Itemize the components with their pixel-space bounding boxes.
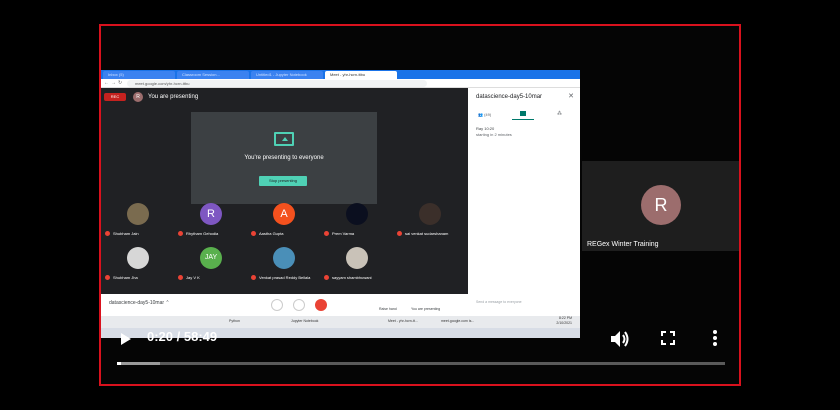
mic-muted-icon bbox=[324, 275, 329, 281]
participant-name: sayyam shambhuwani bbox=[324, 275, 396, 281]
presenting-card: You're presenting to everyone Stop prese… bbox=[191, 112, 377, 204]
timecode: 0:20 / 58:49 bbox=[147, 329, 218, 344]
mic-muted-icon bbox=[178, 231, 183, 237]
participant-name-text: Aastha Gupta bbox=[259, 231, 284, 236]
player-controls: 0:20 / 58:49 bbox=[101, 322, 739, 384]
activities-icon: ⁂ bbox=[557, 111, 562, 117]
mic-muted-icon bbox=[105, 231, 110, 237]
chat-message-text: starting in 2 minutes bbox=[476, 132, 512, 137]
recording-badge: REC bbox=[104, 93, 126, 101]
chat-tab-underline bbox=[512, 119, 534, 120]
participant-tile: Prem Varma bbox=[324, 203, 388, 243]
browser-tabbar: Inbox (5) Classroom Session... Untitled1… bbox=[101, 70, 580, 79]
panel-title: datascience-day5-10mar bbox=[476, 94, 543, 100]
buffered-bar bbox=[117, 362, 160, 365]
presenting-status: You are presenting bbox=[148, 94, 199, 100]
meet-bottom-bar: datascience-day5-10mar ⌃ Raise hand You … bbox=[101, 294, 468, 316]
mic-muted-icon bbox=[251, 231, 256, 237]
participant-name-text: Rhytham Gehodia bbox=[186, 231, 219, 236]
participant-name-text: Shubham Jain bbox=[113, 231, 139, 236]
participant-name: Venkat prasad Reddy Bellala bbox=[251, 275, 323, 281]
avatar bbox=[273, 247, 295, 269]
forward-icon: → bbox=[111, 80, 116, 86]
url-field: meet.google.com/yhr-hcrn-ttbu bbox=[127, 80, 427, 87]
chat-icon bbox=[520, 111, 526, 116]
participant-name: Shubham Jha bbox=[105, 275, 177, 281]
chat-message-sender: Ray 10:20 bbox=[476, 126, 495, 131]
participant-tile: sai venkat sudarshanam bbox=[397, 203, 461, 243]
participant-tile: JAY Jay V K bbox=[178, 247, 242, 287]
participant-name-text: Prem Varma bbox=[332, 231, 355, 236]
avatar: R bbox=[200, 203, 222, 225]
stop-presenting-button: Stop presenting bbox=[259, 176, 307, 186]
participant-name: Aastha Gupta bbox=[251, 231, 323, 237]
presenter-avatar: R bbox=[133, 92, 143, 102]
back-icon: ← bbox=[104, 80, 109, 86]
browser-tab: Untitled1 - Jupyter Notebook bbox=[251, 71, 323, 79]
browser-tab: Inbox (5) bbox=[103, 71, 175, 79]
mic-muted-icon bbox=[178, 275, 183, 281]
meeting-code: datascience-day5-10mar ⌃ bbox=[109, 300, 170, 306]
mic-icon bbox=[271, 299, 283, 311]
avatar bbox=[419, 203, 441, 225]
mic-muted-icon bbox=[105, 275, 110, 281]
participant-name-text: Shubham Jha bbox=[113, 275, 138, 280]
self-tile-name: REGex Winter Training bbox=[587, 241, 659, 248]
participant-tile: Shubham Jain bbox=[105, 203, 169, 243]
chat-panel: datascience-day5-10mar ✕ 👥 (49) ⁂ Ray 10… bbox=[468, 88, 580, 316]
raise-hand-label: Raise hand bbox=[379, 307, 397, 311]
participant-name-text: Jay V K bbox=[186, 275, 200, 280]
self-video-tile: R REGex Winter Training bbox=[582, 161, 739, 251]
participant-tile: sayyam shambhuwani bbox=[324, 247, 388, 287]
participant-tile: A Aastha Gupta bbox=[251, 203, 315, 243]
avatar bbox=[346, 203, 368, 225]
participant-name: Shubham Jain bbox=[105, 231, 177, 237]
participant-name: Jay V K bbox=[178, 275, 250, 281]
present-screen-icon bbox=[274, 132, 294, 146]
avatar bbox=[346, 247, 368, 269]
played-bar bbox=[117, 362, 121, 365]
avatar: JAY bbox=[200, 247, 222, 269]
browser-address-bar: ← → ↻ meet.google.com/yhr-hcrn-ttbu bbox=[101, 79, 580, 88]
avatar bbox=[127, 247, 149, 269]
you-presenting-label: You are presenting bbox=[411, 307, 441, 311]
browser-tab: Classroom Session... bbox=[177, 71, 249, 79]
participant-name-text: sai venkat sudarshanam bbox=[405, 231, 449, 236]
video-frame[interactable]: Inbox (5) Classroom Session... Untitled1… bbox=[99, 24, 741, 386]
presenting-message: You're presenting to everyone bbox=[244, 155, 324, 161]
avatar: R bbox=[641, 185, 681, 225]
participant-name-text: Venkat prasad Reddy Bellala bbox=[259, 275, 311, 280]
participant-tile: Venkat prasad Reddy Bellala bbox=[251, 247, 315, 287]
participant-tile: R Rhytham Gehodia bbox=[178, 203, 242, 243]
hangup-icon bbox=[293, 299, 305, 311]
participant-name-text: sayyam shambhuwani bbox=[332, 275, 372, 280]
mic-muted-icon bbox=[397, 231, 402, 237]
avatar bbox=[127, 203, 149, 225]
chat-input: Send a message to everyone bbox=[476, 300, 522, 304]
people-tab: 👥 (49) bbox=[478, 112, 492, 117]
browser-tab-active: Meet - yhr-hcrn-ttbu bbox=[325, 71, 397, 79]
avatar: A bbox=[273, 203, 295, 225]
mic-muted-icon bbox=[251, 275, 256, 281]
mic-muted-icon bbox=[324, 231, 329, 237]
participant-name: Rhytham Gehodia bbox=[178, 231, 250, 237]
meet-call-area: REC R You are presenting You're presenti… bbox=[101, 88, 468, 294]
close-icon: ✕ bbox=[568, 93, 574, 100]
volume-icon[interactable] bbox=[610, 330, 630, 348]
participant-tile: Shubham Jha bbox=[105, 247, 169, 287]
more-options-icon[interactable] bbox=[713, 330, 717, 346]
shared-screen: Inbox (5) Classroom Session... Untitled1… bbox=[101, 70, 580, 338]
reload-icon: ↻ bbox=[118, 80, 123, 86]
fullscreen-icon[interactable] bbox=[661, 331, 675, 345]
play-icon[interactable] bbox=[121, 333, 131, 345]
seek-bar[interactable] bbox=[117, 362, 725, 365]
camera-off-icon bbox=[315, 299, 327, 311]
participant-name: sai venkat sudarshanam bbox=[397, 231, 469, 237]
participant-name: Prem Varma bbox=[324, 231, 396, 237]
